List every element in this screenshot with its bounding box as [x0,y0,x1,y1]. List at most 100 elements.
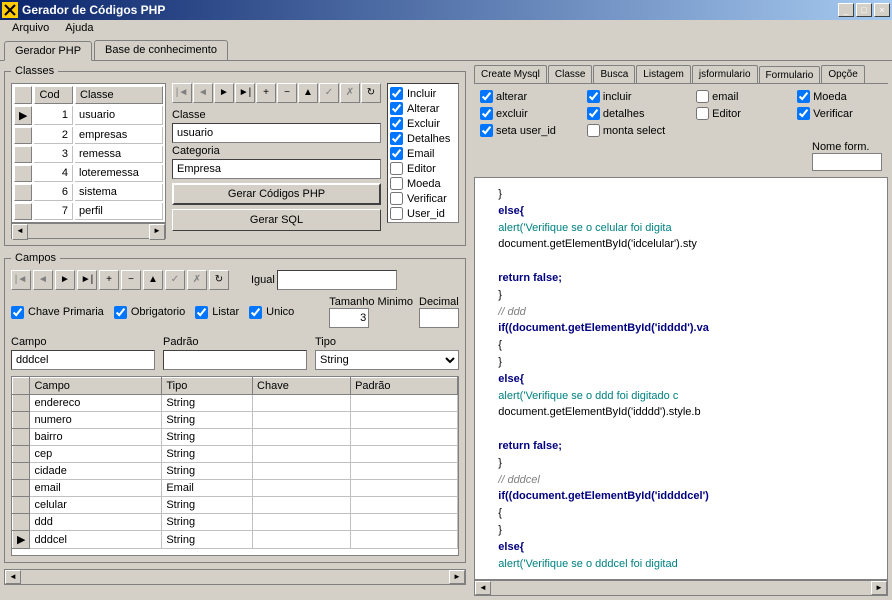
cnav-next[interactable]: ► [55,270,75,290]
col-cod[interactable]: Cod [34,86,73,104]
tab-opçõe[interactable]: Opçõe [821,65,864,83]
nome-form-input[interactable] [812,153,882,171]
cnav-first[interactable]: |◄ [11,270,31,290]
maximize-button[interactable]: □ [856,3,872,17]
left-bottom-scroll[interactable]: ◄► [4,569,466,585]
table-row[interactable]: numeroString [13,412,458,429]
table-row[interactable]: 4loteremessa [14,165,163,182]
close-button[interactable]: × [874,3,890,17]
nav-cancel[interactable]: ✗ [340,83,360,103]
option-user_id[interactable]: User_id [390,206,456,221]
btn-gerar-sql[interactable]: Gerar SQL [172,209,381,231]
cnav-cancel[interactable]: ✗ [187,270,207,290]
table-row[interactable]: bairroString [13,429,458,446]
table-row[interactable]: enderecoString [13,395,458,412]
classes-grid[interactable]: Cod Classe ▶1usuario 2empresas 3remessa 4lo… [11,83,166,223]
table-row[interactable]: 6sistema [14,184,163,201]
categoria-label: Categoria [172,145,381,157]
table-row[interactable]: 2empresas [14,127,163,144]
campo-input[interactable] [11,350,155,370]
tab-busca[interactable]: Busca [593,65,635,83]
gcol-chave[interactable]: Chave [253,378,351,395]
table-row[interactable]: 7perfil [14,203,163,220]
table-row[interactable]: cepString [13,446,458,463]
opt-email[interactable]: email [696,90,781,103]
cnav-last[interactable]: ►| [77,270,97,290]
table-row[interactable]: ▶dddcelString [13,531,458,549]
nav-refresh[interactable]: ↻ [361,83,381,103]
campos-grid[interactable]: Campo Tipo Chave Padrão enderecoStringnu… [11,376,459,556]
col-classe[interactable]: Classe [75,86,163,104]
nav-edit[interactable]: ▲ [298,83,318,103]
opt-editor[interactable]: Editor [696,107,781,120]
opt-excluir[interactable]: excluir [480,107,571,120]
nav-add[interactable]: + [256,83,276,103]
tab-base-conhecimento[interactable]: Base de conhecimento [94,40,228,60]
option-moeda[interactable]: Moeda [390,176,456,191]
opt-moeda[interactable]: Moeda [797,90,882,103]
nav-post[interactable]: ✓ [319,83,339,103]
right-bottom-scroll[interactable]: ◄► [474,580,888,596]
cnav-refresh[interactable]: ↻ [209,270,229,290]
nav-prev[interactable]: ◄ [193,83,213,103]
option-editor[interactable]: Editor [390,161,456,176]
option-email[interactable]: Email [390,146,456,161]
nav-first[interactable]: |◄ [172,83,192,103]
table-row[interactable]: cidadeString [13,463,458,480]
nav-next[interactable]: ► [214,83,234,103]
classes-navbar: |◄ ◄ ► ►| + − ▲ ✓ ✗ ↻ [172,83,381,103]
table-row[interactable]: ▶1usuario [14,106,163,125]
opt-verificar[interactable]: Verificar [797,107,882,120]
minimize-button[interactable]: _ [838,3,854,17]
igual-input[interactable] [277,270,397,290]
opt-monta-select[interactable]: monta select [587,124,680,137]
code-viewer[interactable]: } else{ alert('Verifique se o celular fo… [474,177,888,580]
gcol-padrao[interactable]: Padrão [351,378,458,395]
chk-chave-primaria[interactable]: Chave Primaria [11,305,104,320]
btn-gerar-php[interactable]: Gerar Códigos PHP [172,183,381,205]
cnav-del[interactable]: − [121,270,141,290]
nav-last[interactable]: ►| [235,83,255,103]
right-tabbar: Create MysqlClasseBuscaListagemjsformula… [474,65,888,84]
padrao-input[interactable] [163,350,307,370]
option-alterar[interactable]: Alterar [390,101,456,116]
chk-obrigatorio[interactable]: Obrigatorio [114,305,185,320]
classes-hscroll[interactable] [11,223,166,239]
cnav-post[interactable]: ✓ [165,270,185,290]
table-row[interactable]: celularString [13,497,458,514]
gcol-campo[interactable]: Campo [30,378,162,395]
opt-alterar[interactable]: alterar [480,90,571,103]
option-excluir[interactable]: Excluir [390,116,456,131]
menu-arquivo[interactable]: Arquivo [4,20,57,38]
option-verificar[interactable]: Verificar [390,191,456,206]
opt-detalhes[interactable]: detalhes [587,107,680,120]
classe-label: Classe [172,109,381,121]
option-detalhes[interactable]: Detalhes [390,131,456,146]
cnav-prev[interactable]: ◄ [33,270,53,290]
cnav-add[interactable]: + [99,270,119,290]
opt-incluir[interactable]: incluir [587,90,680,103]
classe-input[interactable] [172,123,381,143]
tipo-select[interactable]: String [315,350,459,370]
menu-ajuda[interactable]: Ajuda [57,20,101,38]
tab-gerador-php[interactable]: Gerador PHP [4,41,92,61]
opt-seta-user_id[interactable]: seta user_id [480,124,571,137]
table-row[interactable]: dddString [13,514,458,531]
chk-unico[interactable]: Unico [249,305,294,320]
cnav-edit[interactable]: ▲ [143,270,163,290]
table-row[interactable]: 3remessa [14,146,163,163]
nome-form-label: Nome form. [812,141,882,153]
tamanho-input[interactable] [329,308,369,328]
chk-listar[interactable]: Listar [195,305,239,320]
table-row[interactable]: emailEmail [13,480,458,497]
gcol-tipo[interactable]: Tipo [162,378,253,395]
option-incluir[interactable]: Incluir [390,86,456,101]
tab-classe[interactable]: Classe [548,65,593,83]
categoria-input[interactable] [172,159,381,179]
tab-create-mysql[interactable]: Create Mysql [474,65,547,83]
tab-jsformulario[interactable]: jsformulario [692,65,758,83]
tab-listagem[interactable]: Listagem [636,65,691,83]
nav-del[interactable]: − [277,83,297,103]
decimal-input[interactable] [419,308,459,328]
tab-formulario[interactable]: Formulario [759,66,821,84]
